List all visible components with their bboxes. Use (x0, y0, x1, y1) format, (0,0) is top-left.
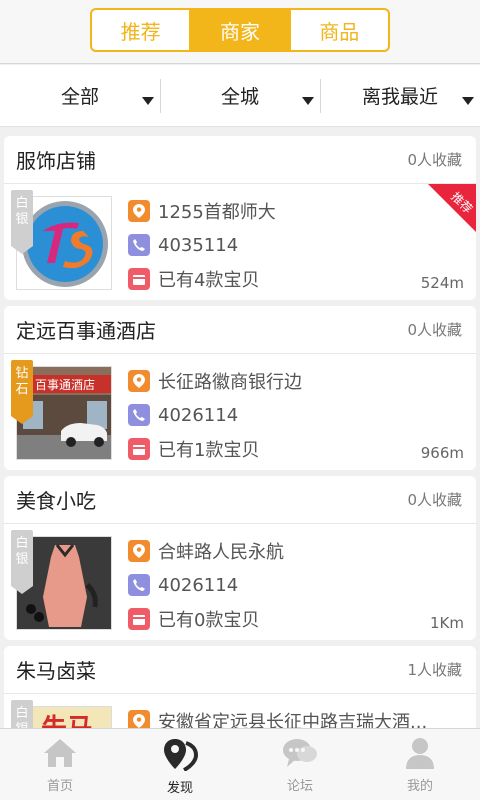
filter-sort[interactable]: 离我最近 (320, 65, 480, 126)
store-items-count: 已有4款宝贝 (158, 270, 260, 291)
store-distance: 524m (420, 274, 464, 292)
store-distance: 1Km (430, 614, 464, 632)
gift-icon (128, 608, 150, 630)
store-card[interactable]: 定远百事通酒店 0人收藏 百事通酒店 钻石 长征路徽商银行边 4026114 已… (4, 306, 476, 470)
filter-area[interactable]: 全城 (160, 65, 320, 126)
items-row: 已有4款宝贝 (128, 262, 462, 296)
tier-badge: 白银 (11, 530, 33, 594)
location-pin-icon (128, 200, 150, 222)
nav-profile-label: 我的 (406, 779, 433, 794)
store-card-header: 服饰店铺 0人收藏 (4, 136, 476, 184)
gift-icon (128, 268, 150, 290)
svg-text:百事通酒店: 百事通酒店 (35, 378, 95, 392)
nav-forum[interactable]: 论坛 (240, 729, 360, 800)
store-card[interactable]: 服饰店铺 0人收藏 白银 1255首都师大 4035114 已有4款宝贝 524… (4, 136, 476, 300)
address-row: 长征路徽商银行边 (128, 364, 462, 398)
tier-badge: 钻石 (11, 360, 33, 424)
store-address: 合蚌路人民永航 (158, 542, 284, 563)
chat-bubbles-icon (283, 739, 317, 767)
store-info: 长征路徽商银行边 4026114 已有1款宝贝 (128, 364, 462, 466)
favorites-count: 0人收藏 (407, 151, 462, 169)
recommended-label: 推荐 (448, 189, 476, 217)
store-info: 合蚌路人民永航 4026114 已有0款宝贝 (128, 534, 462, 636)
filter-category[interactable]: 全部 (0, 65, 160, 126)
nav-home-label: 首页 (46, 779, 73, 794)
store-name: 朱马卤菜 (16, 659, 96, 683)
store-card-body: 白银 合蚌路人民永航 4026114 已有0款宝贝 1Km (4, 524, 476, 640)
nav-discover[interactable]: 发现 (120, 729, 240, 800)
store-card-header: 美食小吃 0人收藏 (4, 476, 476, 524)
store-phone: 4026114 (158, 404, 239, 426)
phone-icon (128, 404, 150, 426)
nav-forum-label: 论坛 (286, 779, 313, 794)
favorites-count: 0人收藏 (407, 321, 462, 339)
items-row: 已有0款宝贝 (128, 602, 462, 636)
items-row: 已有1款宝贝 (128, 432, 462, 466)
location-pin-icon (128, 540, 150, 562)
store-address: 1255首都师大 (158, 202, 276, 223)
tier-badge: 白银 (11, 190, 33, 254)
phone-icon (128, 574, 150, 596)
location-pin-icon (128, 370, 150, 392)
favorites-count: 0人收藏 (407, 491, 462, 509)
filter-bar: 全部 全城 离我最近 (0, 65, 480, 127)
phone-row[interactable]: 4026114 (128, 568, 462, 602)
store-name: 美食小吃 (16, 489, 96, 513)
favorites-count: 1人收藏 (407, 661, 462, 679)
caret-down-icon (462, 97, 474, 105)
tab-products[interactable]: 商品 (288, 10, 388, 50)
nav-profile[interactable]: 我的 (360, 729, 480, 800)
home-icon (44, 739, 76, 767)
nav-home[interactable]: 首页 (0, 729, 120, 800)
filter-area-label: 全城 (220, 86, 259, 108)
address-row: 合蚌路人民永航 (128, 534, 462, 568)
store-name: 服饰店铺 (16, 149, 96, 173)
store-phone: 4035114 (158, 234, 239, 256)
person-icon (406, 738, 434, 769)
store-card-header: 定远百事通酒店 0人收藏 (4, 306, 476, 354)
store-card-body: 百事通酒店 钻石 长征路徽商银行边 4026114 已有1款宝贝 966m (4, 354, 476, 470)
top-bar: 推荐 商家 商品 (0, 0, 480, 64)
nav-discover-label: 发现 (166, 781, 193, 796)
store-address: 长征路徽商银行边 (158, 372, 302, 393)
gift-icon (128, 438, 150, 460)
tab-merchants[interactable]: 商家 (189, 10, 289, 50)
store-card[interactable]: 美食小吃 0人收藏 白银 合蚌路人民永航 4026114 已有0款宝贝 1Km (4, 476, 476, 640)
store-card-body: 白银 1255首都师大 4035114 已有4款宝贝 524m (4, 184, 476, 300)
store-card-header: 朱马卤菜 1人收藏 (4, 646, 476, 694)
store-items-count: 已有0款宝贝 (158, 610, 260, 631)
filter-sort-label: 离我最近 (361, 86, 438, 108)
caret-down-icon (142, 97, 154, 105)
discover-pin-icon (164, 739, 198, 771)
store-name: 定远百事通酒店 (16, 319, 156, 343)
bottom-nav: 首页 发现 论坛 我的 (0, 728, 480, 800)
segment-tabs: 推荐 商家 商品 (90, 8, 390, 52)
tab-recommend[interactable]: 推荐 (92, 10, 189, 50)
caret-down-icon (302, 97, 314, 105)
recommended-ribbon: 推荐 (412, 184, 476, 248)
phone-icon (128, 234, 150, 256)
phone-row[interactable]: 4026114 (128, 398, 462, 432)
store-phone: 4026114 (158, 574, 239, 596)
filter-category-label: 全部 (60, 86, 99, 108)
store-items-count: 已有1款宝贝 (158, 440, 260, 461)
store-distance: 966m (420, 444, 464, 462)
